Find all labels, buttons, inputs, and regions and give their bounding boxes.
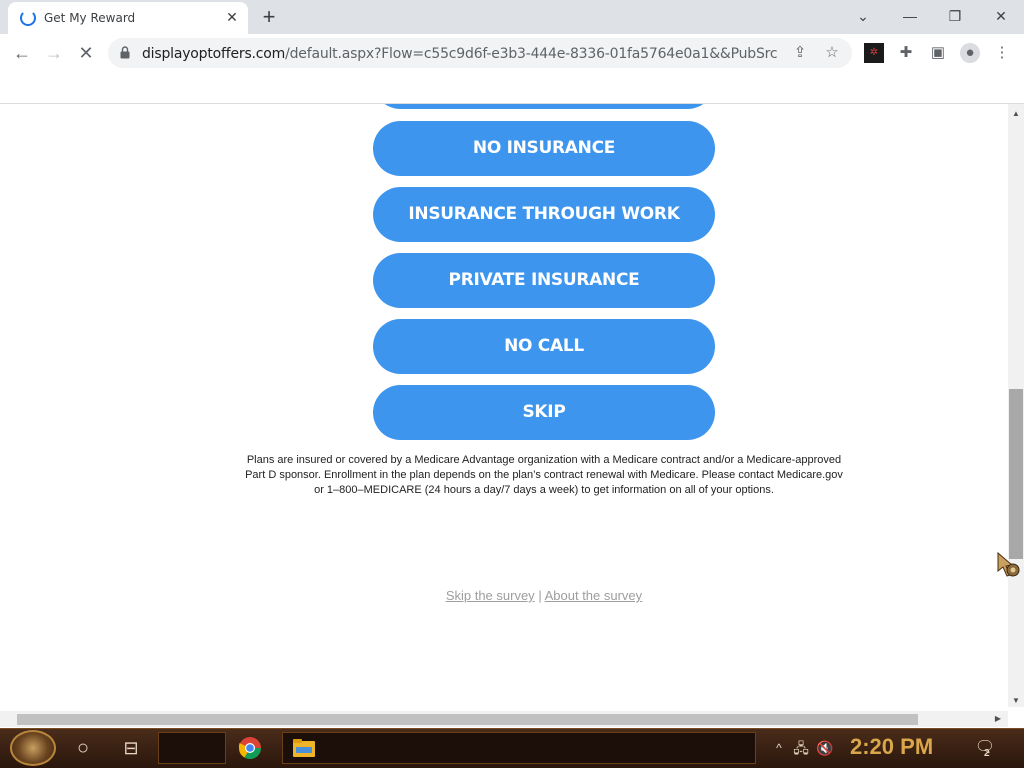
link-separator: | xyxy=(538,588,542,603)
taskbar-clock[interactable]: 2:20 PM xyxy=(850,734,933,760)
scroll-down-arrow-icon[interactable]: ▼ xyxy=(1008,693,1024,709)
restore-button[interactable]: ❐ xyxy=(940,5,970,27)
about-survey-link[interactable]: About the survey xyxy=(545,588,643,603)
url-text[interactable]: displayoptoffers.com/default.aspx?Flow=c… xyxy=(142,46,778,62)
volume-muted-icon[interactable]: 🔇 xyxy=(810,734,840,762)
page-content: NO INSURANCE INSURANCE THROUGH WORK PRIV… xyxy=(0,104,1008,707)
forward-arrow-icon[interactable]: → xyxy=(40,40,68,66)
vertical-scroll-thumb[interactable] xyxy=(1009,389,1023,559)
scroll-up-arrow-icon[interactable]: ▲ xyxy=(1008,106,1024,122)
profile-avatar-icon[interactable]: ● xyxy=(960,43,980,63)
option-button-partial[interactable] xyxy=(373,104,715,109)
no-insurance-button[interactable]: NO INSURANCE xyxy=(373,121,715,176)
browser-toolbar: ← → ✕ displayoptoffers.com/default.aspx?… xyxy=(0,34,1024,72)
tab-title: Get My Reward xyxy=(44,11,136,25)
lock-icon[interactable] xyxy=(120,46,130,59)
insurance-through-work-button[interactable]: INSURANCE THROUGH WORK xyxy=(373,187,715,242)
file-explorer-icon[interactable] xyxy=(292,738,316,758)
scroll-right-arrow-icon[interactable]: ▶ xyxy=(990,711,1006,727)
back-arrow-icon[interactable]: ← xyxy=(8,40,36,66)
chrome-icon[interactable] xyxy=(238,736,262,760)
close-window-button[interactable]: ✕ xyxy=(986,5,1016,27)
tab-search-icon[interactable]: ⌄ xyxy=(848,5,878,27)
no-call-button[interactable]: NO CALL xyxy=(373,319,715,374)
medicare-disclaimer: Plans are insured or covered by a Medica… xyxy=(245,454,843,496)
close-tab-icon[interactable]: ✕ xyxy=(223,8,241,26)
stop-loading-icon[interactable]: ✕ xyxy=(72,40,100,66)
address-bar[interactable]: displayoptoffers.com/default.aspx?Flow=c… xyxy=(108,38,852,68)
side-panel-icon[interactable]: ▣ xyxy=(928,43,948,63)
private-insurance-button[interactable]: PRIVATE INSURANCE xyxy=(373,253,715,308)
tab-strip: Get My Reward ✕ + ⌄ — ❐ ✕ xyxy=(0,0,1024,34)
taskbar-slot[interactable] xyxy=(158,732,226,764)
skip-survey-link[interactable]: Skip the survey xyxy=(446,588,535,603)
loading-spinner-icon xyxy=(20,10,36,26)
notification-count-badge: 2 xyxy=(984,748,990,759)
extension-icon[interactable]: ✲ xyxy=(864,43,884,63)
mouse-cursor-icon xyxy=(997,551,1020,577)
start-button[interactable] xyxy=(10,730,56,766)
horizontal-scroll-thumb[interactable] xyxy=(17,714,918,725)
task-view-icon[interactable]: ⊟ xyxy=(116,734,146,762)
new-tab-button[interactable]: + xyxy=(256,5,282,29)
bookmark-star-icon[interactable]: ☆ xyxy=(822,43,842,63)
survey-links: Skip the survey | About the survey xyxy=(0,588,1008,603)
cortana-circle-icon[interactable]: ○ xyxy=(68,734,98,762)
menu-kebab-icon[interactable]: ⋮ xyxy=(992,43,1012,63)
extensions-puzzle-icon[interactable]: ✚ xyxy=(896,43,916,63)
share-icon[interactable]: ⇪ xyxy=(790,43,810,63)
minimize-button[interactable]: — xyxy=(895,5,925,27)
browser-tab[interactable]: Get My Reward ✕ xyxy=(8,2,248,34)
taskbar-app-area[interactable] xyxy=(282,732,756,764)
skip-button[interactable]: SKIP xyxy=(373,385,715,440)
